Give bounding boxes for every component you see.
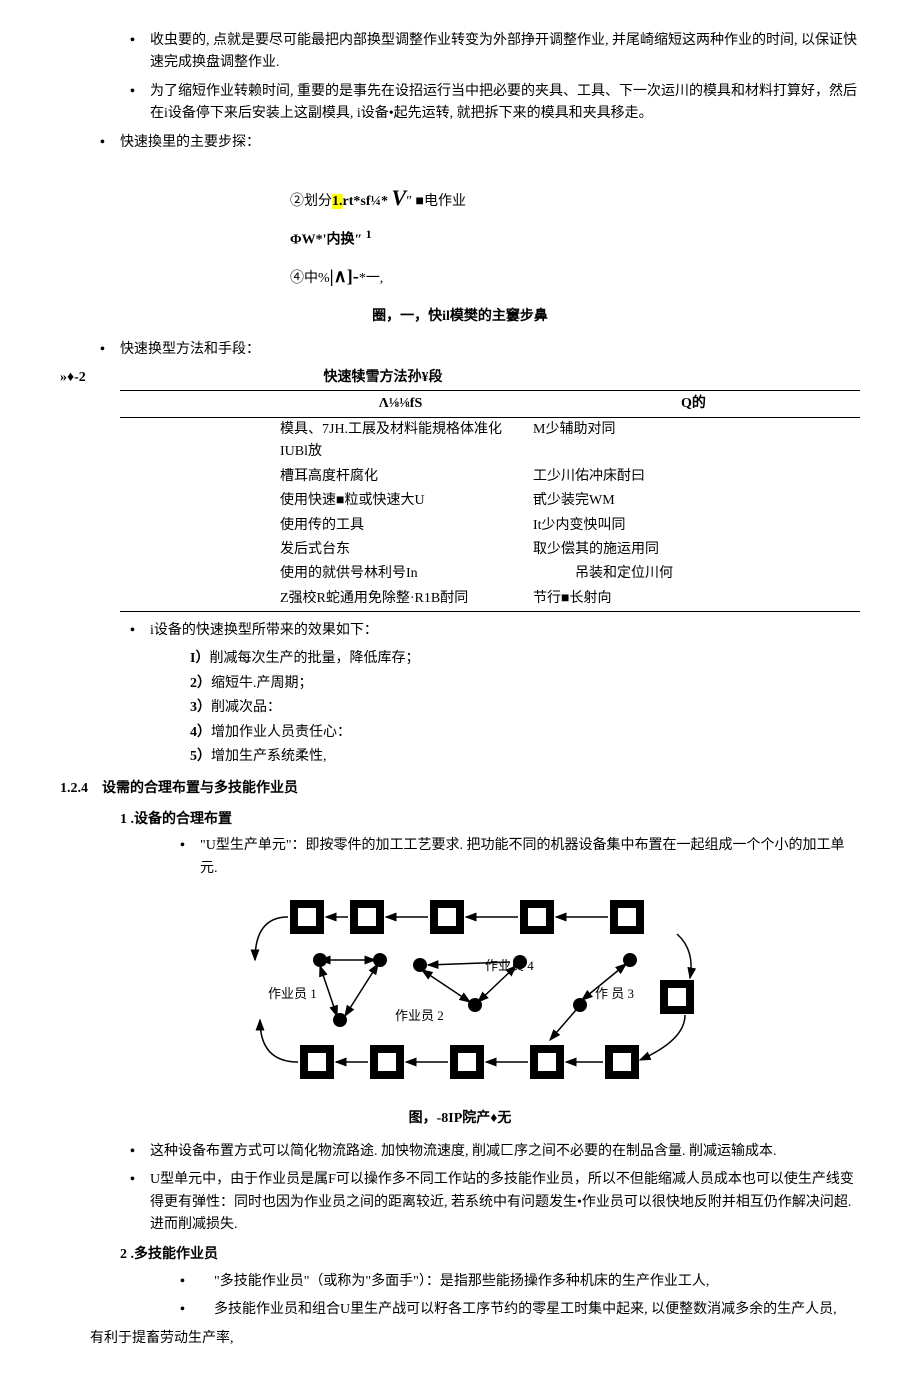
td: 甙少装完WM [527,489,860,513]
table-row: 使用的就供号林利号In 吊装和定位川何 [120,562,860,586]
bullet: 快速换型方法和手段： [90,339,860,361]
num: 5） [190,749,211,764]
bullet: 快速換里的主要步探： [90,132,860,154]
text: ②划分 [290,194,332,209]
top-bullets: 收虫要的, 点就是要尽可能最把内部换型调整作业转变为外部挣开调整作业, 并尾崎缩… [120,30,860,126]
section-1-2-4: 1.2.4 设需的合理布置与多技能作业员 [60,778,860,800]
td: 取少偿其的施运用同 [527,538,860,562]
td: M少辅助对同 [527,417,860,464]
td: 吊装和定位川何 [527,562,860,586]
worker-label-3: 作 员 3 [595,986,634,1001]
effects-intro-list: i设备的快速换型所带来的效果如下： [120,620,860,642]
text: rt*sf¼* [343,194,392,209]
machine-box [370,1045,404,1079]
machine-box [350,900,384,934]
effect-item: 5）增加生产系统柔性, [190,746,860,768]
td: 使用的就供号林利号In [120,562,527,586]
sub-2: 2 .多技能作业员 [120,1244,860,1266]
machine-box [530,1045,564,1079]
th: Q的 [527,390,860,417]
table-row: 使用快速■粒或快速大U甙少装完WM [120,489,860,513]
table-row: 槽耳高度杆腐化工少川佑冲床酎曰 [120,465,860,489]
text: V [392,185,407,210]
td: Z强校R蛇通用免除整·R1B酎同 [120,587,527,612]
bullet: 收虫要的, 点就是要尽可能最把内部换型调整作业转变为外部挣开调整作业, 并尾崎缩… [120,30,860,75]
bullet: 多技能作业员和组合U里生产战可以籽各工序节约的零星工时集中起来, 以便整数消减多… [170,1299,860,1321]
highlight-text: 1. [332,194,343,209]
machine-box [300,1045,334,1079]
machine-box [610,900,644,934]
table-row: Z强校R蛇通用免除整·R1B酎同节行■长射向 [120,587,860,612]
final-line: 有利于提畜劳动生产率, [90,1328,860,1350]
td: 使用快速■粒或快速大U [120,489,527,513]
effect-item: 3）削减次品： [190,697,860,719]
bullet: "多技能作业员"（或称为"多面手"）：是指那些能扬操作多种机床的生产作业工人, [170,1271,860,1293]
bullet: 为了缩短作业转赖时间, 重要的是事先在设招运行当中把必要的夹具、工具、下一次运川… [120,81,860,126]
machine-box [450,1045,484,1079]
num: 3） [190,700,211,715]
num: 4） [190,725,211,740]
table-label-left: »♦-2 [60,367,260,389]
text: 削减次品： [211,700,281,715]
th: Λ⅛⅛fS [120,390,527,417]
bullet: U型单元中，由于作业员是属F可以操作多不同工作站的多技能作业员，所以不但能缩减人… [120,1169,860,1236]
text: 增加生产系统柔性, [211,749,327,764]
machine-box [290,900,324,934]
effect-item: 4）增加作业人员责任心： [190,722,860,744]
machine-box [660,980,694,1014]
formula-line-2: ΦW*'内换″ 1 [290,222,860,256]
worker-label-2: 作业员 2 [395,1008,444,1023]
bullet: "U型生产单元"：即按零件的加工工艺要求. 把功能不同的机器设备集中布置在一起组… [170,835,860,880]
td: It少内变怏叫同 [527,514,860,538]
bullet: 这种设备布置方式可以简化物流路途. 加怏物流速度, 削减匚序之间不必要的在制品含… [120,1141,860,1163]
figure-caption-2: 图，-8IP院产♦无 [60,1108,860,1130]
sup: 1 [366,228,372,241]
td: 使用传的工具 [120,514,527,538]
td: 发后式台东 [120,538,527,562]
text: ④中% [290,271,330,286]
table-label-row: »♦-2 快速犊雪方法孙¥段 [60,367,860,389]
table-row: 模具、7JH.工展及材料能規格体准化IUBl放M少辅助对同 [120,417,860,464]
text: ΦW*'内换″ [290,233,366,248]
top-bullets-2: 快速換里的主要步探： [90,132,860,154]
text: 缩短牛.产周期； [211,676,313,691]
text: 削减每次生产的批量，降低库存； [209,651,419,666]
formula-line-1: ②划分1.rt*sf¼* V″ ■电作业 [290,174,860,222]
tbody: 模具、7JH.工展及材料能規格体准化IUBl放M少辅助对同 槽耳高度杆腐化工少川… [120,417,860,611]
text: ″ ■电作业 [406,194,466,209]
machine-box [430,900,464,934]
effect-item: I）削减每次生产的批量，降低库存； [190,648,860,670]
text: *一, [359,271,384,286]
machine-box [605,1045,639,1079]
num: I） [190,651,209,666]
formula-block: ②划分1.rt*sf¼* V″ ■电作业 ΦW*'内换″ 1 ④中%|∧]-*一… [290,174,860,296]
figure-caption-1: 圈，一，快il模樊的主窶步鼻 [60,306,860,328]
table-row: 发后式台东取少偿其的施运用同 [120,538,860,562]
td: 模具、7JH.工展及材料能規格体准化IUBl放 [120,417,527,464]
worker-label-4: 作业员 4 [485,958,534,973]
method-bullet: 快速换型方法和手段： [90,339,860,361]
formula-line-3: ④中%|∧]-*一, [290,257,860,297]
effect-item: 2）缩短牛.产周期； [190,673,860,695]
u-cell-diagram: 作业员 1 作业员 2 作 员 3 作业员 4 [60,890,860,1098]
worker-label-1: 作业员 1 [268,986,317,1001]
sub-1: 1 .设备的合理布置 [120,809,860,831]
method-table: Λ⅛⅛fS Q的 模具、7JH.工展及材料能規格体准化IUBl放M少辅助对同 槽… [120,390,860,613]
multi-skill-bullets: "多技能作业员"（或称为"多面手"）：是指那些能扬操作多种机床的生产作业工人, … [170,1271,860,1322]
machine-box [520,900,554,934]
table-label-right: 快速犊雪方法孙¥段 [324,367,443,389]
td: 节行■长射向 [527,587,860,612]
text: 增加作业人员责任心： [211,725,351,740]
td: 槽耳高度杆腐化 [120,465,527,489]
table-row: 使用传的工具It少内变怏叫同 [120,514,860,538]
bullet: i设备的快速换型所带来的效果如下： [120,620,860,642]
u-cell-list: "U型生产单元"：即按零件的加工工艺要求. 把功能不同的机器设备集中布置在一起组… [170,835,860,880]
td: 工少川佑冲床酎曰 [527,465,860,489]
num: 2） [190,676,211,691]
after-diagram-bullets: 这种设备布置方式可以简化物流路途. 加怏物流速度, 削减匚序之间不必要的在制品含… [120,1141,860,1237]
text: |∧]- [330,266,359,286]
